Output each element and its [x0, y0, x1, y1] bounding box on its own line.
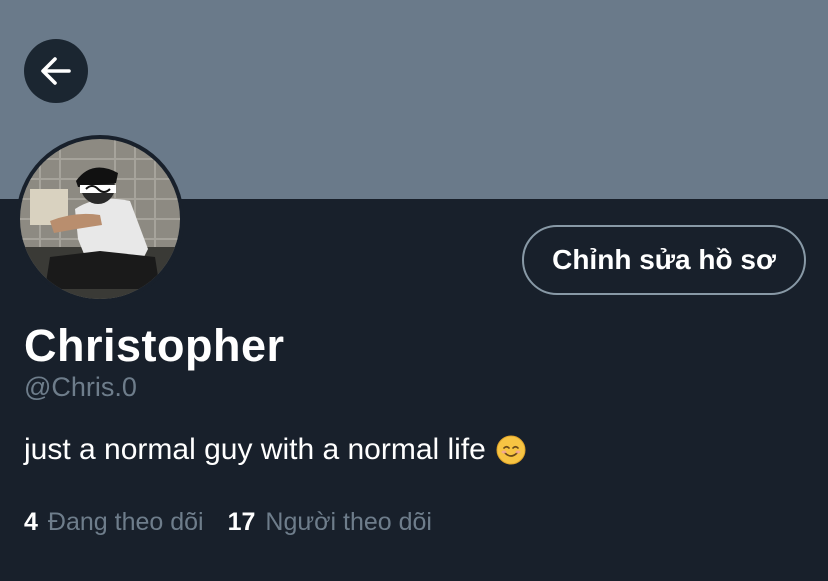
- profile-name: Christopher: [24, 320, 285, 371]
- followers-count: 17: [227, 508, 256, 536]
- back-button[interactable]: [24, 39, 88, 103]
- profile-handle: @Chris.0: [24, 372, 137, 402]
- profile-bio: just a normal guy with a normal life: [24, 430, 526, 470]
- following-label: Đang theo dõi: [47, 508, 204, 536]
- following-count: 4: [24, 508, 38, 536]
- avatar-photo: [20, 139, 180, 299]
- smiling-face-icon: [496, 435, 526, 465]
- follow-stats: 4 Đang theo dõi 17 Người theo dõi: [24, 504, 456, 540]
- arrow-left-icon: [41, 57, 71, 85]
- followers-stat[interactable]: 17 Người theo dõi: [228, 504, 432, 540]
- following-stat[interactable]: 4 Đang theo dõi: [24, 504, 204, 540]
- followers-label: Người theo dõi: [265, 508, 432, 536]
- bio-text: just a normal guy with a normal life: [24, 433, 486, 466]
- edit-profile-button[interactable]: Chỉnh sửa hồ sơ: [522, 225, 806, 295]
- avatar[interactable]: [16, 135, 184, 303]
